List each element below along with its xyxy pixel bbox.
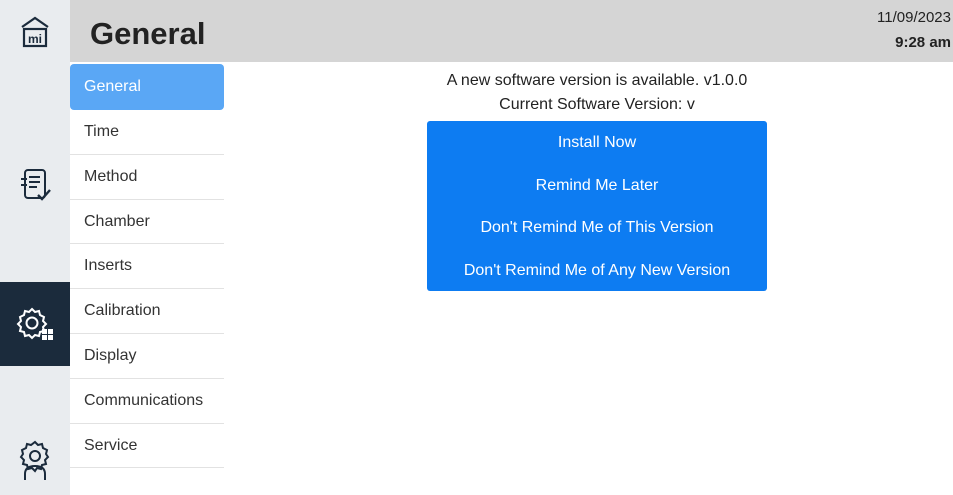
submenu-item-chamber[interactable]: Chamber	[70, 200, 224, 245]
service-user-gear-icon	[19, 440, 50, 480]
submenu-item-general[interactable]: General	[70, 64, 224, 110]
nav-rail: mi	[0, 0, 70, 495]
header-bar: General 11/09/2023 9:28 am	[70, 0, 953, 62]
update-options-group: Install Now Remind Me Later Don't Remind…	[427, 121, 767, 291]
install-now-button[interactable]: Install Now	[427, 121, 767, 164]
dont-remind-version-button[interactable]: Don't Remind Me of This Version	[427, 206, 767, 249]
current-version-label: Current Software Version: v	[499, 96, 695, 113]
home-button[interactable]: mi	[0, 0, 70, 64]
dont-remind-any-button[interactable]: Don't Remind Me of Any New Version	[427, 249, 767, 292]
settings-nav-button[interactable]	[0, 282, 70, 366]
time-display: 9:28 am	[895, 34, 951, 51]
submenu-item-service[interactable]: Service	[70, 424, 224, 469]
submenu-item-method[interactable]: Method	[70, 155, 224, 200]
submenu-item-display[interactable]: Display	[70, 334, 224, 379]
method-nav-button[interactable]	[0, 140, 70, 230]
page-title: General	[90, 16, 206, 51]
update-available-message: A new software version is available. v1.…	[446, 72, 748, 89]
submenu-item-inserts[interactable]: Inserts	[70, 244, 224, 290]
service-nav-button[interactable]	[0, 420, 70, 495]
method-checklist-icon	[21, 169, 51, 201]
date-display: 11/09/2023	[877, 9, 951, 26]
submenu-item-calibration[interactable]: Calibration	[70, 289, 224, 334]
settings-gear-grid-icon	[16, 307, 53, 340]
home-icon: mi	[21, 16, 49, 48]
svg-text:mi: mi	[28, 32, 42, 46]
submenu-item-communications[interactable]: Communications	[70, 379, 224, 424]
submenu-item-time[interactable]: Time	[70, 110, 224, 155]
settings-submenu: General Time Method Chamber Inserts Cali…	[70, 64, 224, 469]
remind-later-button[interactable]: Remind Me Later	[427, 164, 767, 207]
